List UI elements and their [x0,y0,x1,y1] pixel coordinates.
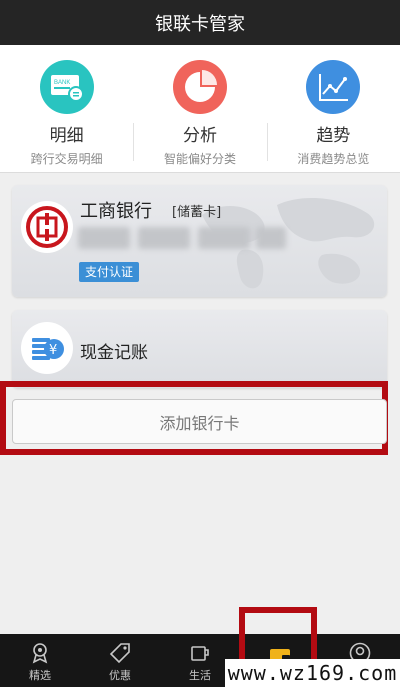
feature-trend[interactable]: 趋势 消费趋势总览 [266,45,400,172]
masked-card-number [256,227,286,249]
tag-icon [109,643,130,664]
svg-text:¥: ¥ [49,343,57,358]
watermark: www.wz169.com [225,659,400,687]
tab-label: 精选 [29,669,51,682]
feature-subtitle: 消费趋势总览 [297,152,370,166]
cash-card-item[interactable]: ¥ 现金记账 [12,310,387,388]
page-title: 银联卡管家 [155,13,245,35]
masked-card-number [78,227,130,249]
cash-label: 现金记账 [80,343,148,363]
tab-offers[interactable]: 优惠 [80,634,160,687]
payment-auth-badge[interactable]: 支付认证 [79,262,139,282]
tab-label: 优惠 [109,669,131,682]
trend-chart-icon [306,60,361,114]
feature-analysis[interactable]: 分析 智能偏好分类 [133,45,266,172]
feature-title: 明细 [49,126,84,146]
svg-text:BANK: BANK [54,80,70,86]
icbc-logo-icon [21,201,73,253]
feature-title: 分析 [182,126,217,146]
ribbon-icon [32,643,48,664]
add-bank-card-button[interactable]: 添加银行卡 [12,399,387,444]
masked-card-number [138,227,190,249]
cash-yen-icon: ¥ [21,322,73,374]
bank-card-item[interactable]: 工商银行 [储蓄卡] 支付认证 [12,185,387,297]
add-bank-card-label: 添加银行卡 [159,413,240,433]
tab-featured[interactable]: 精选 [0,634,80,687]
watermark-text: www.wz169.com [227,661,398,685]
card-type: [储蓄卡] [172,205,222,220]
app-header: 银联卡管家 [0,0,400,45]
feature-subtitle: 智能偏好分类 [163,152,236,166]
feature-bar: BANK 明细 跨行交易明细 分析 智能偏好分类 趋势 消费趋势总览 [0,45,400,173]
cup-icon [191,646,209,661]
feature-detail[interactable]: BANK 明细 跨行交易明细 [0,45,133,172]
tab-label: 生活 [189,669,211,682]
bank-name: 工商银行 [80,201,152,222]
pie-chart-icon [172,60,227,114]
feature-title: 趋势 [316,126,351,146]
feature-subtitle: 跨行交易明细 [30,152,103,166]
bank-card-icon: BANK [39,60,94,114]
masked-card-number [198,227,250,249]
